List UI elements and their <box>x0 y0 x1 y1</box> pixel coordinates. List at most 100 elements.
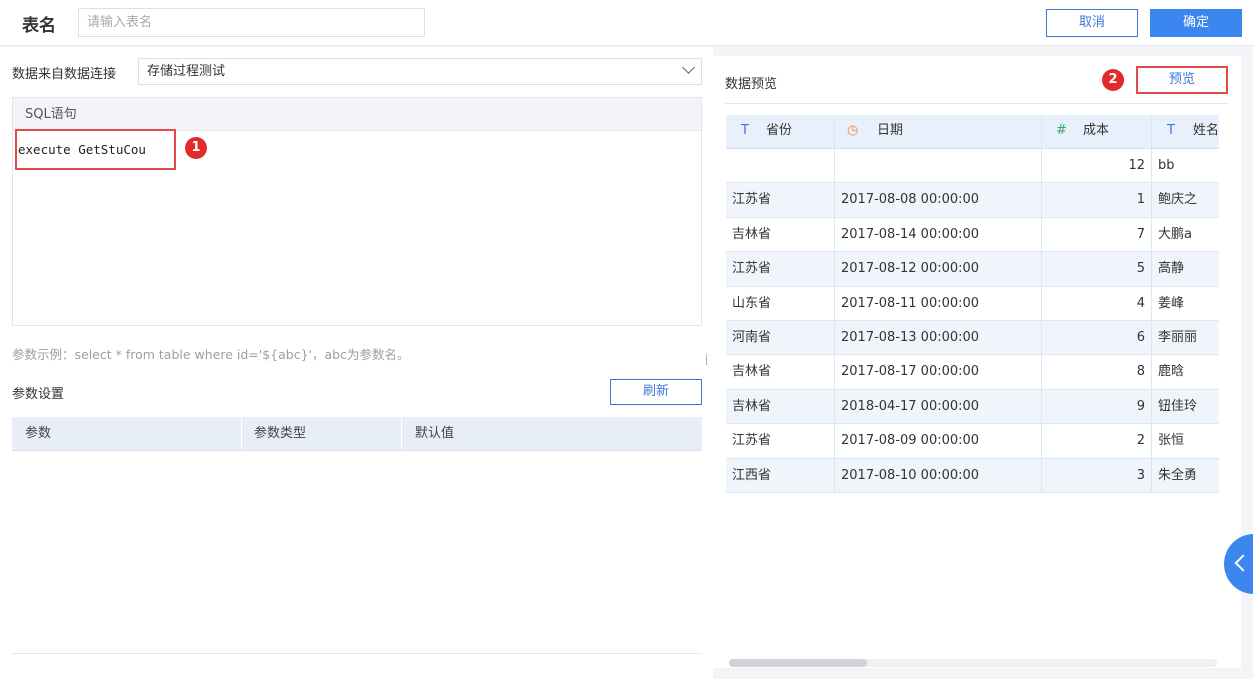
preview-button[interactable]: 预览 <box>1136 66 1228 94</box>
cell-province: 吉林省 <box>732 226 772 242</box>
horizontal-scrollbar[interactable] <box>729 659 1217 667</box>
column-divider <box>1151 424 1152 458</box>
column-divider <box>1041 286 1042 320</box>
step-badge-1: 1 <box>185 137 207 159</box>
preview-panel: 数据预览 2 预览 T 省份 ◷ 日期 # 成本 T 姓名 12 bb 江苏省 201… <box>713 56 1241 668</box>
param-hint: 参数示例：select * from table where id='${abc… <box>12 347 410 362</box>
column-divider <box>1151 458 1152 492</box>
table-row: 江苏省 2017-08-08 00:00:00 1 鲍庆之 <box>726 183 1219 218</box>
table-name-input[interactable] <box>78 8 425 37</box>
sql-heading: SQL语句 <box>13 98 701 131</box>
preview-grid: T 省份 ◷ 日期 # 成本 T 姓名 12 bb 江苏省 2017-08-08 00… <box>726 115 1219 493</box>
cell-name: bb <box>1158 158 1175 173</box>
cell-date: 2017-08-08 00:00:00 <box>841 192 980 208</box>
cancel-button[interactable]: 取消 <box>1046 9 1138 37</box>
column-divider <box>1041 320 1042 355</box>
column-divider <box>1151 389 1152 424</box>
cell-name: 朱全勇 <box>1158 467 1198 483</box>
cell-province: 河南省 <box>732 329 772 345</box>
column-divider <box>1041 424 1042 458</box>
column-divider <box>834 458 835 492</box>
table-row: 吉林省 2018-04-17 00:00:00 9 钮佳玲 <box>726 389 1219 425</box>
column-divider <box>1151 355 1152 389</box>
preview-label: 数据预览 <box>725 77 778 92</box>
column-divider <box>834 389 835 424</box>
column-divider <box>1151 320 1152 355</box>
grid-col-province[interactable]: 省份 <box>766 115 792 148</box>
hash-icon: # <box>1056 123 1067 138</box>
resize-handle-icon[interactable]: ⁞ ⁞ <box>705 354 708 368</box>
column-divider <box>1151 183 1152 217</box>
table-row: 江苏省 2017-08-09 00:00:00 2 张恒 <box>726 424 1219 459</box>
cell-name: 鹿晗 <box>1158 364 1185 380</box>
cell-date: 2018-04-17 00:00:00 <box>841 398 980 414</box>
cell-date: 2017-08-17 00:00:00 <box>841 364 980 380</box>
left-panel: 数据来自数据连接 存储过程测试 SQL语句 execute GetStuCou … <box>0 47 713 679</box>
source-label: 数据来自数据连接 <box>12 67 117 82</box>
cell-province: 吉林省 <box>732 398 772 414</box>
source-select-value: 存储过程测试 <box>147 64 226 79</box>
step-badge-2: 2 <box>1102 69 1124 91</box>
confirm-button[interactable]: 确定 <box>1150 9 1242 37</box>
column-divider <box>834 424 835 458</box>
cell-province <box>732 149 830 182</box>
param-table-header: 参数 参数类型 默认值 <box>12 417 702 451</box>
cell-cost: 9 <box>1136 398 1145 414</box>
cell-date: 2017-08-10 00:00:00 <box>841 467 980 483</box>
scrollbar-thumb[interactable] <box>729 659 867 667</box>
grid-col-cost[interactable]: 成本 <box>1083 115 1109 148</box>
cell-province: 吉林省 <box>732 364 772 380</box>
divider <box>12 653 702 654</box>
column-divider <box>1151 252 1152 286</box>
cell-cost: 6 <box>1136 329 1145 345</box>
column-divider <box>1041 217 1042 252</box>
column-divider <box>241 417 242 450</box>
cell-name: 李丽丽 <box>1158 329 1198 345</box>
cell-name: 钮佳玲 <box>1158 398 1198 414</box>
clock-icon: ◷ <box>847 123 859 138</box>
cell-name: 大鹏a <box>1158 226 1192 242</box>
column-divider <box>1041 252 1042 286</box>
cell-province: 江苏省 <box>732 433 772 449</box>
column-divider <box>834 115 835 148</box>
sql-highlight-box <box>15 129 176 170</box>
page-title: 表名 <box>22 16 56 36</box>
grid-body: 12 bb 江苏省 2017-08-08 00:00:00 1 鲍庆之 吉林省 2017-08… <box>726 149 1219 493</box>
column-divider <box>1041 355 1042 389</box>
column-divider <box>1041 183 1042 217</box>
column-divider <box>1041 458 1042 492</box>
column-divider <box>1151 149 1152 183</box>
sql-editor[interactable]: SQL语句 execute GetStuCou 1 <box>12 97 702 326</box>
column-divider <box>1041 115 1042 148</box>
cell-province: 山东省 <box>732 295 772 311</box>
cell-cost: 3 <box>1136 467 1145 483</box>
param-col-default: 默认值 <box>415 426 455 441</box>
column-divider <box>401 417 402 450</box>
cell-date: 2017-08-12 00:00:00 <box>841 261 980 277</box>
table-row: 吉林省 2017-08-14 00:00:00 7 大鹏a <box>726 217 1219 253</box>
cell-cost: 4 <box>1136 295 1145 311</box>
param-settings-label: 参数设置 <box>12 387 65 402</box>
cell-province: 江西省 <box>732 467 772 483</box>
column-divider <box>834 183 835 217</box>
chevron-left-icon <box>1234 554 1252 572</box>
cell-date: 2017-08-09 00:00:00 <box>841 433 980 449</box>
source-select[interactable]: 存储过程测试 <box>138 58 702 85</box>
table-row: 吉林省 2017-08-17 00:00:00 8 鹿晗 <box>726 355 1219 390</box>
table-row: 江苏省 2017-08-12 00:00:00 5 高静 <box>726 252 1219 287</box>
cell-province: 江苏省 <box>732 261 772 277</box>
grid-header-row: T 省份 ◷ 日期 # 成本 T 姓名 <box>726 115 1219 149</box>
param-col-type: 参数类型 <box>254 426 307 441</box>
cell-name: 姜峰 <box>1158 295 1185 311</box>
cell-date: 2017-08-13 00:00:00 <box>841 329 980 345</box>
table-row: 河南省 2017-08-13 00:00:00 6 李丽丽 <box>726 320 1219 356</box>
table-row: 山东省 2017-08-11 00:00:00 4 姜峰 <box>726 286 1219 321</box>
cell-cost: 12 <box>1128 158 1145 173</box>
cell-date: 2017-08-11 00:00:00 <box>841 295 980 311</box>
refresh-button[interactable]: 刷新 <box>610 379 702 405</box>
grid-col-date[interactable]: 日期 <box>877 115 903 148</box>
cell-cost: 1 <box>1136 192 1145 208</box>
param-col-name: 参数 <box>25 426 52 441</box>
cell-cost: 5 <box>1136 261 1145 277</box>
grid-col-name[interactable]: 姓名 <box>1193 115 1219 148</box>
